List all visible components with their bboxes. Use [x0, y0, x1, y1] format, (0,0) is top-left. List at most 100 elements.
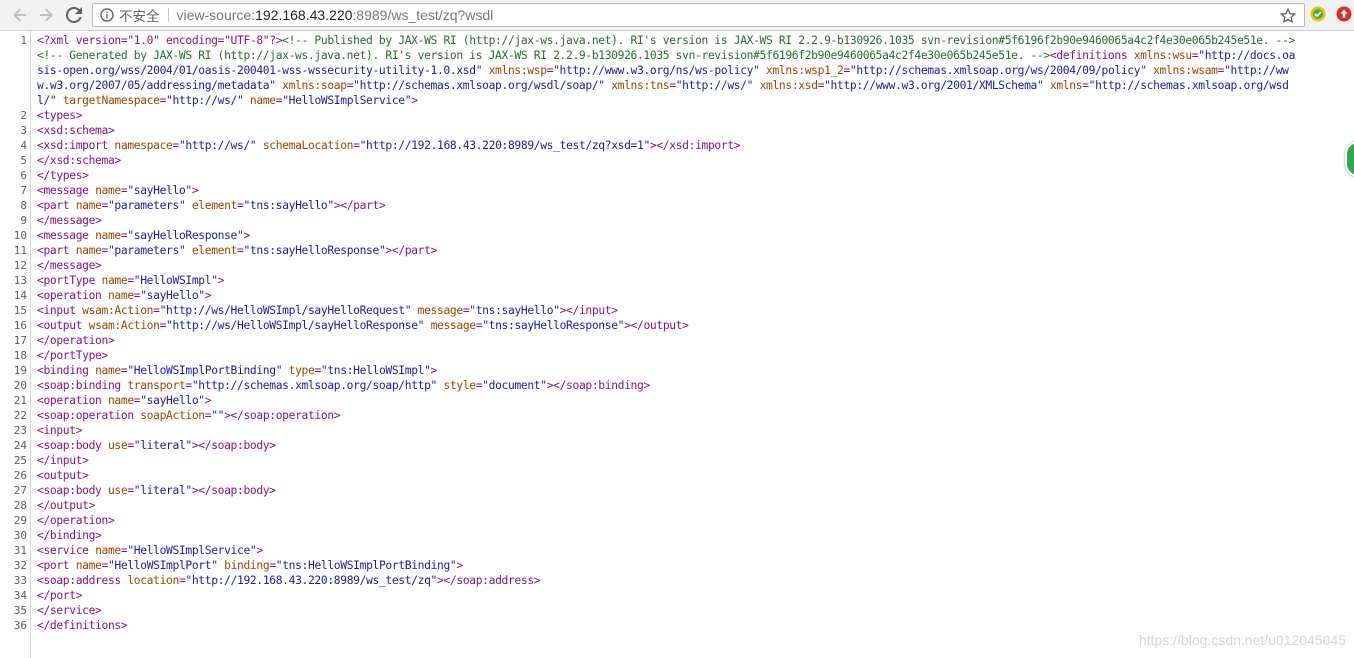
source-line: 19 <binding name="HelloWSImplPortBinding"… [0, 363, 1354, 378]
attribute-value: "http://192.168.43.220:8989/ws_test/zq" [185, 574, 438, 587]
xml-comment: <!-- Published by JAX-WS RI (http://jax-… [282, 34, 1296, 47]
attribute-name: type [288, 364, 315, 377]
xml-token: > [256, 544, 263, 557]
xml-token: ></part> [333, 199, 386, 212]
attribute-value: "parameters" [107, 244, 186, 257]
line-code: </port> [37, 588, 1299, 603]
reload-button[interactable] [62, 4, 86, 26]
attribute-value: "tns:sayHelloResponse" [243, 244, 386, 257]
attribute-name: xmlns [1049, 79, 1083, 92]
arrow-right-icon [40, 8, 53, 22]
attribute-value: "http://ws/" [675, 79, 754, 92]
extension-icon [1310, 6, 1326, 22]
attribute-name: use [107, 439, 128, 452]
source-line: 8 <part name="parameters" element="tns:sa… [0, 198, 1354, 213]
attribute-name: element [191, 199, 238, 212]
line-code: <input> [37, 423, 1299, 438]
attribute-name: xmlns:wsp1_2 [766, 64, 844, 77]
line-number: 6 [20, 169, 27, 182]
line-code: </definitions> [37, 618, 1299, 633]
line-code: </input> [37, 453, 1299, 468]
source-line: 9 </message> [0, 213, 1354, 228]
line-number: 18 [13, 349, 27, 362]
line-code: <message name="sayHelloResponse"> [37, 228, 1299, 243]
xml-token: > [204, 394, 212, 407]
attribute-name: xmlns:wsp [488, 64, 547, 77]
source-line: 26 <output> [0, 468, 1354, 483]
source-line: 12 </message> [0, 258, 1354, 273]
attribute-value: "literal" [133, 439, 192, 452]
attribute-name: name [95, 364, 121, 377]
attribute-value: "" [211, 409, 225, 422]
line-number: 13 [13, 274, 27, 287]
line-number: 17 [13, 334, 27, 347]
source-line: 22 <soap:operation soapAction=""></soap:o… [0, 408, 1354, 423]
attribute-value: "document" [482, 379, 547, 392]
line-number: 16 [13, 319, 27, 332]
xml-token: <soap:operation [37, 409, 141, 422]
attribute-value: "sayHello" [127, 184, 192, 197]
attribute-value: "HelloWSImplService" [127, 544, 257, 557]
forward-button[interactable] [34, 4, 58, 26]
line-number: 30 [13, 529, 27, 542]
xml-token: <types> [37, 109, 83, 122]
attribute-name: wsam:Action [82, 304, 154, 317]
line-code: <xsd:import namespace="http://ws/" schem… [37, 138, 1299, 153]
xml-token: <service [37, 544, 96, 557]
xml-token: </definitions> [37, 619, 128, 632]
attribute-value: "HelloWSImplPort" [107, 559, 218, 572]
xml-token: </message> [37, 214, 102, 227]
attribute-value: "http://schemas.xmlsoap.org/wsdl/soap/" [353, 79, 605, 92]
xml-comment: <!-- Generated by JAX-WS RI (http://jax-… [37, 49, 1050, 62]
attribute-value: "http://ws/HelloWSImpl/sayHelloRequest" [159, 304, 412, 317]
line-code: <?xml version="1.0" encoding="UTF-8"?><!… [37, 33, 1299, 108]
line-number: 31 [13, 544, 27, 557]
source-line: 23 <input> [0, 423, 1354, 438]
attribute-name: soapAction [140, 409, 205, 422]
xml-token: ></part> [385, 244, 438, 257]
line-number: 27 [13, 484, 27, 497]
line-number: 2 [20, 109, 27, 122]
attribute-value: "http://192.168.43.220:8989/ws_test/zq?x… [359, 139, 651, 152]
attribute-value: "parameters" [107, 199, 186, 212]
xml-token: <xsd:import [37, 139, 115, 152]
extension-button[interactable] [1310, 6, 1326, 22]
line-number: 32 [13, 559, 27, 572]
view-source-content: 1 <?xml version="1.0" encoding="UTF-8"?><… [0, 31, 1354, 658]
line-number: 9 [20, 214, 27, 227]
line-number: 28 [13, 499, 27, 512]
security-label[interactable]: 不安全 [119, 5, 160, 25]
attribute-name: xmlns:tns [611, 79, 670, 92]
attribute-name: name [75, 244, 102, 257]
back-button[interactable] [8, 4, 32, 26]
info-icon[interactable] [99, 7, 115, 23]
line-number: 5 [20, 154, 27, 167]
bookmark-star-button[interactable] [1278, 6, 1298, 26]
line-code: </message> [37, 258, 1299, 273]
xml-token: <part [37, 244, 76, 257]
url-host: 192.168.43.220 [255, 7, 353, 23]
attribute-name: name [249, 94, 276, 107]
xml-token: <input [37, 304, 83, 317]
line-number: 11 [13, 244, 27, 257]
xml-token: ></soap:binding> [546, 379, 651, 392]
line-code: <port name="HelloWSImplPort" binding="tn… [37, 558, 1299, 573]
xml-token: <message [37, 184, 96, 197]
line-code: <operation name="sayHello"> [37, 288, 1299, 303]
attribute-value: "http://ws/" [178, 139, 257, 152]
xml-token: </input> [37, 454, 89, 467]
address-bar[interactable]: 不安全 view-source: 192.168.43.220:8989/ws_t… [92, 3, 1305, 27]
source-line: 27 <soap:body use="literal"></soap:body> [0, 483, 1354, 498]
line-number: 3 [20, 124, 27, 137]
attribute-name: element [191, 244, 238, 257]
attribute-name: name [75, 199, 102, 212]
source-line: 6 </types> [0, 168, 1354, 183]
line-number: 8 [20, 199, 27, 212]
attribute-name: schemaLocation [262, 139, 354, 152]
source-line: 17 </operation> [0, 333, 1354, 348]
xml-token: <portType [37, 274, 102, 287]
line-number: 19 [13, 364, 27, 377]
source-line: 14 <operation name="sayHello"> [0, 288, 1354, 303]
extension-button[interactable] [1336, 6, 1352, 22]
attribute-name: targetNamespace [62, 94, 160, 107]
